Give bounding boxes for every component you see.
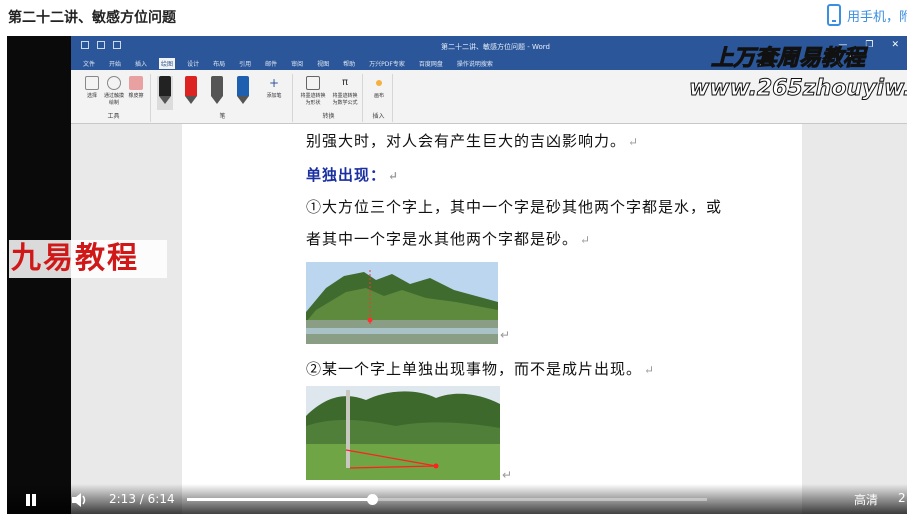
doc-line-4: ②某一个字上单独出现事物，而不是成片出现。 ↵ bbox=[306, 358, 655, 379]
plus-icon: + bbox=[268, 76, 280, 90]
return-mark: ↵ bbox=[580, 233, 592, 247]
ribbon-tab-12[interactable]: 百度网盘 bbox=[417, 58, 445, 69]
touch-draw-button[interactable]: 通过触摸绘制 bbox=[103, 76, 125, 106]
watermark-cn: 上万套周易教程 bbox=[710, 46, 866, 72]
group-pens-label: 笔 bbox=[219, 113, 226, 120]
pen-red[interactable] bbox=[183, 76, 199, 110]
video-player[interactable]: 第二十二讲、敏感方位问题 - Word — ❐ ✕ 文件 开始 插入 绘图 设计 布局 引用… bbox=[7, 36, 907, 514]
phone-link-label: 用手机，附 bbox=[847, 9, 907, 25]
doc-heading-text: 单独出现： bbox=[306, 166, 387, 184]
ribbon-tab-13[interactable]: 操作说明搜索 bbox=[455, 58, 495, 69]
ribbon-tab-6[interactable]: 引用 bbox=[237, 58, 253, 69]
ribbon-tab-7[interactable]: 邮件 bbox=[263, 58, 279, 69]
return-mark: ↵ bbox=[644, 363, 656, 377]
undo-icon[interactable] bbox=[97, 41, 105, 49]
doc-line-1: 别强大时，对人会有产生巨大的吉凶影响力。 ↵ bbox=[306, 130, 639, 151]
duration: 6:14 bbox=[147, 492, 175, 506]
doc-line-3-text: 者其中一个字是水其他两个字都是砂。 bbox=[306, 230, 579, 248]
ribbon-group-insert: 画布 插入 bbox=[365, 74, 393, 122]
save-icon[interactable] bbox=[81, 41, 89, 49]
pen-gray[interactable] bbox=[209, 76, 225, 110]
hand-draw-icon bbox=[107, 76, 121, 90]
pen-black[interactable] bbox=[157, 76, 173, 110]
watermark-brand: 九易教程 bbox=[9, 240, 167, 278]
phone-icon bbox=[827, 4, 841, 26]
ink-to-math-button[interactable]: π 将墨迹转换为数学公式 bbox=[331, 76, 359, 106]
time-display: 2:13 / 6:14 bbox=[109, 492, 175, 506]
word-window: 第二十二讲、敏感方位问题 - Word — ❐ ✕ 文件 开始 插入 绘图 设计 布局 引用… bbox=[71, 36, 907, 514]
ribbon-tab-4[interactable]: 设计 bbox=[185, 58, 201, 69]
doc-line-3: 者其中一个字是水其他两个字都是砂。 ↵ bbox=[306, 228, 591, 249]
current-time: 2:13 bbox=[109, 492, 136, 506]
pause-button[interactable] bbox=[23, 492, 39, 508]
ribbon-tab-list: 文件 开始 插入 绘图 设计 布局 引用 邮件 审阅 视图 帮助 万兴PDF专家 百度网盘 操作说明搜索 bbox=[81, 58, 495, 69]
ribbon-tab-2[interactable]: 插入 bbox=[133, 58, 149, 69]
time-separator: / bbox=[139, 492, 144, 506]
player-controls: 2:13 / 6:14 高清 2 bbox=[7, 484, 907, 514]
progress-fill bbox=[187, 498, 373, 501]
add-pen-button[interactable]: + 添加笔 bbox=[263, 76, 285, 99]
select-button[interactable]: 选择 bbox=[81, 76, 103, 99]
touch-draw-label: 通过触摸绘制 bbox=[103, 93, 124, 106]
page-title: 第二十二讲、敏感方位问题 bbox=[8, 10, 176, 26]
quality-selector[interactable]: 高清 bbox=[854, 491, 878, 508]
add-pen-label: 添加笔 bbox=[266, 93, 282, 99]
ribbon-tab-3[interactable]: 绘图 bbox=[159, 58, 176, 69]
pause-icon-bar bbox=[32, 494, 36, 506]
shape-icon bbox=[306, 76, 320, 90]
group-insert-label: 插入 bbox=[372, 113, 385, 120]
word-doc-title: 第二十二讲、敏感方位问题 - Word bbox=[441, 43, 550, 51]
document-area: 别强大时，对人会有产生巨大的吉凶影响力。 ↵ 单独出现： ↵ ①大方位三个字上，其中… bbox=[71, 124, 907, 514]
pen-blue[interactable] bbox=[235, 76, 251, 110]
canvas-button[interactable]: 画布 bbox=[368, 76, 390, 99]
ribbon-tab-10[interactable]: 帮助 bbox=[341, 58, 357, 69]
ribbon-group-convert: 将墨迹转换为形状 π 将墨迹转换为数学公式 转换 bbox=[295, 74, 363, 122]
eraser-label: 橡皮擦 bbox=[128, 93, 144, 99]
speed-selector[interactable]: 2 bbox=[898, 491, 906, 505]
group-tools-label: 工具 bbox=[107, 113, 120, 120]
pointer-icon bbox=[85, 76, 99, 90]
return-mark: ↵ bbox=[388, 169, 400, 183]
ribbon-group-pens: + 添加笔 笔 bbox=[153, 74, 293, 122]
page-header: 第二十二讲、敏感方位问题 用手机，附 bbox=[0, 0, 907, 36]
doc-line-4-text: ②某一个字上单独出现事物，而不是成片出现。 bbox=[306, 360, 643, 378]
redo-icon[interactable] bbox=[113, 41, 121, 49]
ribbon-tab-9[interactable]: 视图 bbox=[315, 58, 331, 69]
doc-line-1-text: 别强大时，对人会有产生巨大的吉凶影响力。 bbox=[306, 132, 627, 150]
doc-line-2: ①大方位三个字上，其中一个字是砂其他两个字都是水，或 bbox=[306, 196, 722, 217]
progress-bar[interactable] bbox=[187, 494, 707, 505]
eraser-icon bbox=[129, 76, 143, 90]
return-mark: ↵ bbox=[502, 468, 513, 482]
volume-icon[interactable] bbox=[71, 492, 89, 508]
pi-icon: π bbox=[341, 77, 349, 88]
ink-to-math-label: 将墨迹转换为数学公式 bbox=[332, 93, 358, 106]
document-page[interactable]: 别强大时，对人会有产生巨大的吉凶影响力。 ↵ 单独出现： ↵ ①大方位三个字上，其中… bbox=[182, 124, 802, 514]
group-convert-label: 转换 bbox=[322, 113, 335, 120]
ribbon-group-tools: 选择 通过触摸绘制 橡皮擦 工具 bbox=[77, 74, 151, 122]
eraser-button[interactable]: 橡皮擦 bbox=[125, 76, 147, 99]
canvas-icon bbox=[376, 80, 382, 86]
ribbon-tab-0[interactable]: 文件 bbox=[81, 58, 97, 69]
ink-to-shape-label: 将墨迹转换为形状 bbox=[300, 93, 326, 106]
canvas-label: 画布 bbox=[373, 93, 384, 99]
maximize-icon[interactable]: ❐ bbox=[865, 40, 873, 50]
close-icon[interactable]: ✕ bbox=[891, 40, 899, 50]
ink-to-shape-button[interactable]: 将墨迹转换为形状 bbox=[299, 76, 327, 106]
ribbon-tab-5[interactable]: 布局 bbox=[211, 58, 227, 69]
landscape-photo-pole[interactable] bbox=[306, 386, 500, 480]
doc-line-2-text: ①大方位三个字上，其中一个字是砂其他两个字都是水，或 bbox=[306, 198, 723, 216]
return-mark: ↵ bbox=[500, 328, 511, 342]
pause-icon bbox=[26, 494, 30, 506]
doc-heading: 单独出现： ↵ bbox=[306, 164, 399, 185]
landscape-photo-mountain[interactable] bbox=[306, 262, 498, 344]
ribbon-tab-8[interactable]: 审阅 bbox=[289, 58, 305, 69]
watermark-url: www.265zhouyiw.com bbox=[688, 76, 907, 102]
select-label: 选择 bbox=[86, 93, 97, 99]
ribbon-tab-1[interactable]: 开始 bbox=[107, 58, 123, 69]
return-mark: ↵ bbox=[628, 135, 640, 149]
progress-knob[interactable] bbox=[367, 494, 379, 505]
ribbon-tab-11[interactable]: 万兴PDF专家 bbox=[367, 58, 407, 69]
phone-link[interactable]: 用手机，附 bbox=[827, 4, 907, 26]
quick-access-toolbar bbox=[81, 41, 121, 49]
